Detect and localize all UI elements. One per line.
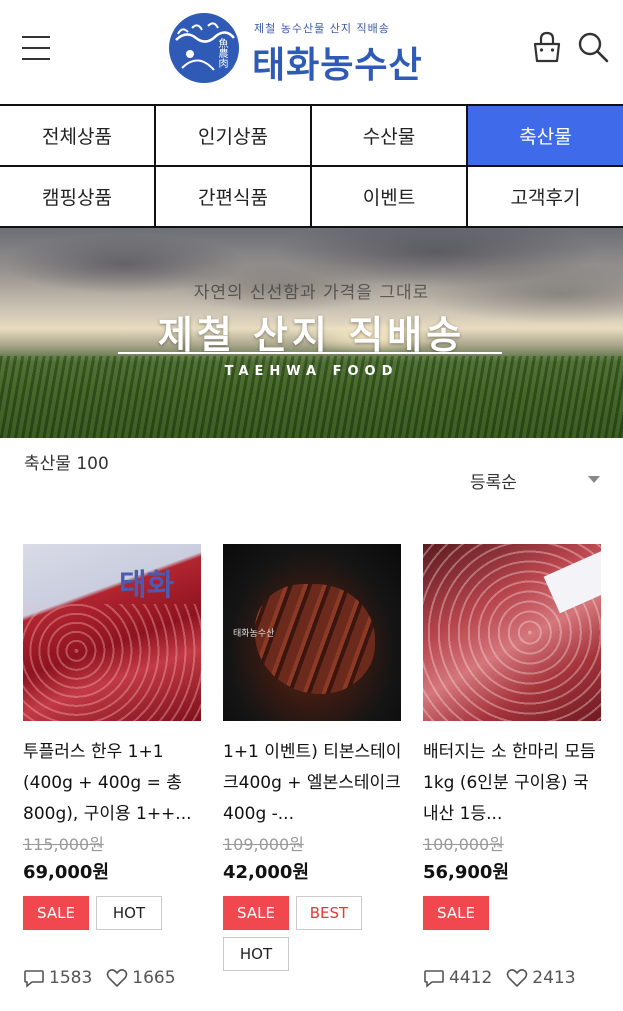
product-badges: SALE BEST HOT [223, 896, 403, 971]
product-image-card [543, 550, 601, 614]
category-tab-convenience-food[interactable]: 간편식품 [156, 167, 312, 228]
like-count: 1665 [132, 968, 176, 988]
product-image-logo: 태화 [119, 568, 175, 603]
product-card: 태화 투플러스 한우 1+1 (400g + 400g = 총 800g), 구… [23, 544, 203, 930]
heart-icon[interactable] [106, 968, 128, 988]
product-stats: 4412 2413 [423, 968, 590, 988]
hot-badge: HOT [223, 937, 289, 971]
category-tab-reviews[interactable]: 고객후기 [468, 167, 623, 228]
product-image[interactable]: 태화농수산 [223, 544, 401, 721]
header: 魚農肉 제철 농수산물 산지 직배송 태화농수산 [0, 0, 623, 104]
category-tab-popular[interactable]: 인기상품 [156, 106, 312, 167]
hot-badge: HOT [96, 896, 162, 930]
hamburger-menu-icon[interactable] [22, 36, 52, 62]
category-nav: 전체상품 인기상품 수산물 축산물 캠핑상품 간편식품 이벤트 고객후기 [0, 104, 623, 228]
review-count: 4412 [449, 968, 493, 988]
product-card: 배터지는 소 한마리 모듬 1kg (6인분 구이용) 국내산 1등... 10… [423, 544, 603, 930]
product-original-price: 100,000원 [423, 835, 504, 854]
heart-icon[interactable] [506, 968, 528, 988]
sale-badge: SALE [23, 896, 89, 930]
product-original-price: 115,000원 [23, 835, 104, 854]
best-badge: BEST [296, 896, 362, 930]
category-tab-all[interactable]: 전체상품 [0, 106, 156, 167]
product-image-logo: 태화농수산 [233, 629, 275, 639]
search-icon[interactable] [576, 30, 610, 64]
category-tab-camping[interactable]: 캠핑상품 [0, 167, 156, 228]
logo-emblem-icon [169, 13, 239, 83]
product-badges: SALE [423, 896, 603, 930]
sort-selected-value: 등록순 [470, 473, 517, 493]
sale-badge: SALE [223, 896, 289, 930]
product-stats: 1583 1665 [23, 968, 190, 988]
product-image[interactable] [423, 544, 601, 721]
product-name[interactable]: 1+1 이벤트) 티본스테이크400g + 엘본스테이크400g -... [223, 737, 403, 830]
banner-title: 제철 산지 직배송 [157, 313, 466, 357]
chevron-down-icon [588, 476, 600, 483]
shopping-bag-icon[interactable] [530, 30, 564, 64]
category-tab-livestock[interactable]: 축산물 [468, 106, 623, 167]
banner-brand: TAEHWA FOOD [224, 364, 399, 379]
logo-subtitle: 제철 농수산물 산지 직배송 [254, 22, 390, 35]
promo-banner[interactable]: 자연의 신선함과 가격을 그대로 제철 산지 직배송 TAEHWA FOOD [0, 228, 623, 438]
sale-badge: SALE [423, 896, 489, 930]
logo-emblem-text: 魚農肉 [216, 38, 227, 68]
logo-title: 태화농수산 [252, 45, 423, 86]
product-name[interactable]: 배터지는 소 한마리 모듬 1kg (6인분 구이용) 국내산 1등... [423, 737, 603, 830]
product-original-price: 109,000원 [223, 835, 304, 854]
category-count: 축산물 100 [24, 454, 109, 474]
sort-dropdown[interactable]: 등록순 [470, 466, 604, 494]
comment-icon [24, 970, 44, 988]
product-price: 56,900원 [423, 862, 510, 883]
banner-subtitle: 자연의 신선함과 가격을 그대로 [193, 283, 430, 303]
product-price: 42,000원 [223, 862, 310, 883]
product-badges: SALE HOT [23, 896, 203, 930]
category-tab-seafood[interactable]: 수산물 [312, 106, 468, 167]
comment-icon [424, 970, 444, 988]
product-image[interactable]: 태화 [23, 544, 201, 721]
review-count: 1583 [49, 968, 93, 988]
category-tab-event[interactable]: 이벤트 [312, 167, 468, 228]
like-count: 2413 [532, 968, 576, 988]
product-name[interactable]: 투플러스 한우 1+1 (400g + 400g = 총 800g), 구이용 … [23, 737, 203, 830]
product-price: 69,000원 [23, 862, 110, 883]
brand-logo[interactable]: 魚農肉 제철 농수산물 산지 직배송 태화농수산 [168, 8, 468, 94]
banner-divider [118, 352, 502, 354]
product-card: 태화농수산 1+1 이벤트) 티본스테이크400g + 엘본스테이크400g -… [223, 544, 403, 971]
